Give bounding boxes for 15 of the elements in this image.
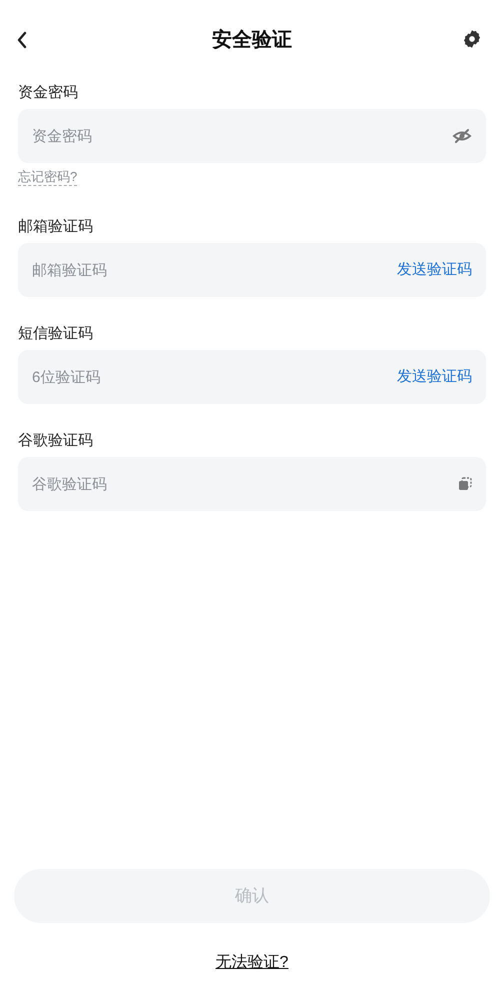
field-label: 短信验证码	[18, 324, 94, 344]
back-icon[interactable]	[16, 31, 28, 49]
hidden-eye-icon[interactable]	[452, 128, 472, 144]
paste-icon[interactable]	[458, 477, 472, 491]
settings-icon[interactable]	[462, 29, 482, 49]
page-title: 安全验证	[212, 28, 292, 53]
field-label: 谷歌验证码	[18, 431, 94, 451]
send-code-button[interactable]: 发送验证码	[397, 366, 472, 388]
input-field[interactable]: 谷歌验证码	[18, 457, 486, 511]
field-label: 邮箱验证码	[18, 217, 94, 237]
cannot-verify-link[interactable]: 无法验证?	[216, 951, 288, 975]
send-code-button[interactable]: 发送验证码	[397, 258, 472, 282]
field-label: 资金密码	[18, 83, 79, 103]
forgot-password-link[interactable]: 忘记密码?	[18, 169, 78, 186]
input-field[interactable]: 资金密码	[18, 109, 486, 163]
